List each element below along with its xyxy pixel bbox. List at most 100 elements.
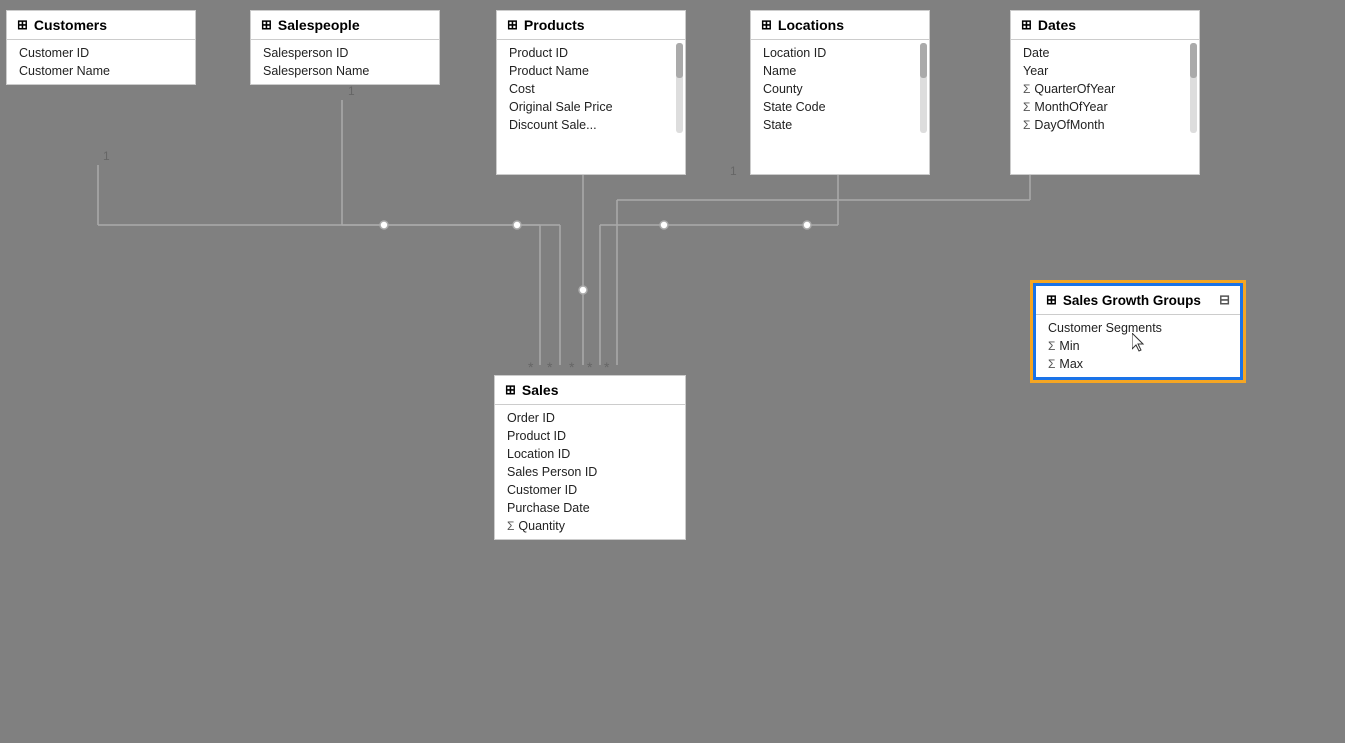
field-label: Year <box>1023 64 1048 78</box>
field-label: Salesperson ID <box>263 46 348 60</box>
field-label: MonthOfYear <box>1034 100 1107 114</box>
sigma-icon: Σ <box>1023 82 1030 96</box>
table-row: Location ID <box>751 44 929 62</box>
products-table-body: Product ID Product Name Cost Original Sa… <box>497 40 685 138</box>
table-row: Σ Max <box>1036 355 1240 373</box>
sigma-icon: Σ <box>507 519 514 533</box>
field-label: Name <box>763 64 796 78</box>
field-label: Salesperson Name <box>263 64 369 78</box>
table-row: Σ Quantity <box>495 517 685 535</box>
field-label: Product ID <box>509 46 568 60</box>
table-row: Order ID <box>495 409 685 427</box>
sales-table-body: Order ID Product ID Location ID Sales Pe… <box>495 405 685 539</box>
sales-growth-groups-title: Sales Growth Groups <box>1063 293 1201 308</box>
field-label: State Code <box>763 100 826 114</box>
products-title: Products <box>524 17 585 33</box>
table-row: Location ID <box>495 445 685 463</box>
table-row: State Code <box>751 98 929 116</box>
field-label: Cost <box>509 82 535 96</box>
sales-table-header: ⊞ Sales <box>495 376 685 405</box>
field-label: Order ID <box>507 411 555 425</box>
salespeople-table: ⊞ Salespeople Salesperson ID Salesperson… <box>250 10 440 85</box>
field-label: County <box>763 82 803 96</box>
svg-text:*: * <box>528 359 534 375</box>
field-label: Location ID <box>507 447 570 461</box>
table-row: Salesperson Name <box>251 62 439 80</box>
salespeople-table-body: Salesperson ID Salesperson Name <box>251 40 439 84</box>
products-table: ⊞ Products Product ID Product Name Cost … <box>496 10 686 175</box>
salespeople-table-header: ⊞ Salespeople <box>251 11 439 40</box>
customers-table-header: ⊞ Customers <box>7 11 195 40</box>
dates-table-header: ⊞ Dates <box>1011 11 1199 40</box>
field-label: Max <box>1059 357 1083 371</box>
table-row: Σ DayOfMonth <box>1011 116 1199 134</box>
table-grid-icon: ⊞ <box>507 17 518 33</box>
collapse-icon[interactable]: ⊟ <box>1219 292 1230 308</box>
field-label: State <box>763 118 792 132</box>
sales-growth-groups-header: ⊞ Sales Growth Groups ⊟ <box>1036 286 1240 315</box>
field-label: Customer Segments <box>1048 321 1162 335</box>
table-row: Salesperson ID <box>251 44 439 62</box>
field-label: QuarterOfYear <box>1034 82 1115 96</box>
salespeople-title: Salespeople <box>278 17 360 33</box>
svg-text:*: * <box>569 359 575 375</box>
customers-table: ⊞ Customers Customer ID Customer Name <box>6 10 196 85</box>
field-label: Quantity <box>518 519 565 533</box>
locations-title: Locations <box>778 17 844 33</box>
table-row: Product ID <box>495 427 685 445</box>
field-label: Original Sale Price <box>509 100 613 114</box>
table-row: Product Name <box>497 62 685 80</box>
dates-table-body: Date Year Σ QuarterOfYear Σ MonthOfYear … <box>1011 40 1199 138</box>
field-label: Product ID <box>507 429 566 443</box>
table-grid-icon: ⊞ <box>761 17 772 33</box>
table-row: Customer ID <box>7 44 195 62</box>
table-grid-icon: ⊞ <box>17 17 28 33</box>
sigma-icon: Σ <box>1048 339 1055 353</box>
table-row: Date <box>1011 44 1199 62</box>
locations-table-header: ⊞ Locations <box>751 11 929 40</box>
table-row: Sales Person ID <box>495 463 685 481</box>
table-row: Σ QuarterOfYear <box>1011 80 1199 98</box>
field-label: Discount Sale... <box>509 118 597 132</box>
sigma-icon: Σ <box>1023 118 1030 132</box>
table-row: Σ Min <box>1036 337 1240 355</box>
sales-table: ⊞ Sales Order ID Product ID Location ID … <box>494 375 686 540</box>
table-row: Original Sale Price <box>497 98 685 116</box>
svg-text:1: 1 <box>348 84 355 98</box>
table-row: State <box>751 116 929 134</box>
table-row: County <box>751 80 929 98</box>
table-row: Customer Name <box>7 62 195 80</box>
sales-growth-groups-table[interactable]: ⊞ Sales Growth Groups ⊟ Customer Segment… <box>1033 283 1243 380</box>
table-grid-icon: ⊞ <box>1021 17 1032 33</box>
table-row: Name <box>751 62 929 80</box>
table-row: Cost <box>497 80 685 98</box>
table-row: Discount Sale... <box>497 116 685 134</box>
field-label: Date <box>1023 46 1049 60</box>
table-row: Customer ID <box>495 481 685 499</box>
table-grid-icon: ⊞ <box>1046 292 1057 308</box>
locations-table-body: Location ID Name County State Code State <box>751 40 929 138</box>
field-label: Sales Person ID <box>507 465 597 479</box>
table-row: Year <box>1011 62 1199 80</box>
table-grid-icon: ⊞ <box>505 382 516 398</box>
field-label: Customer ID <box>19 46 89 60</box>
svg-text:1: 1 <box>103 149 110 163</box>
field-label: Customer ID <box>507 483 577 497</box>
table-row: Purchase Date <box>495 499 685 517</box>
field-label: Customer Name <box>19 64 110 78</box>
field-label: Location ID <box>763 46 826 60</box>
table-row: Σ MonthOfYear <box>1011 98 1199 116</box>
table-row: Product ID <box>497 44 685 62</box>
field-label: Min <box>1059 339 1079 353</box>
dates-table: ⊞ Dates Date Year Σ QuarterOfYear Σ Mont… <box>1010 10 1200 175</box>
field-label: Purchase Date <box>507 501 590 515</box>
svg-text:*: * <box>547 359 553 375</box>
locations-table: ⊞ Locations Location ID Name County Stat… <box>750 10 930 175</box>
sigma-icon: Σ <box>1023 100 1030 114</box>
table-grid-icon: ⊞ <box>261 17 272 33</box>
products-table-header: ⊞ Products <box>497 11 685 40</box>
svg-text:*: * <box>587 359 593 375</box>
sales-growth-groups-body: Customer Segments Σ Min Σ Max <box>1036 315 1240 377</box>
svg-text:1: 1 <box>730 164 737 178</box>
table-row: Customer Segments <box>1036 319 1240 337</box>
